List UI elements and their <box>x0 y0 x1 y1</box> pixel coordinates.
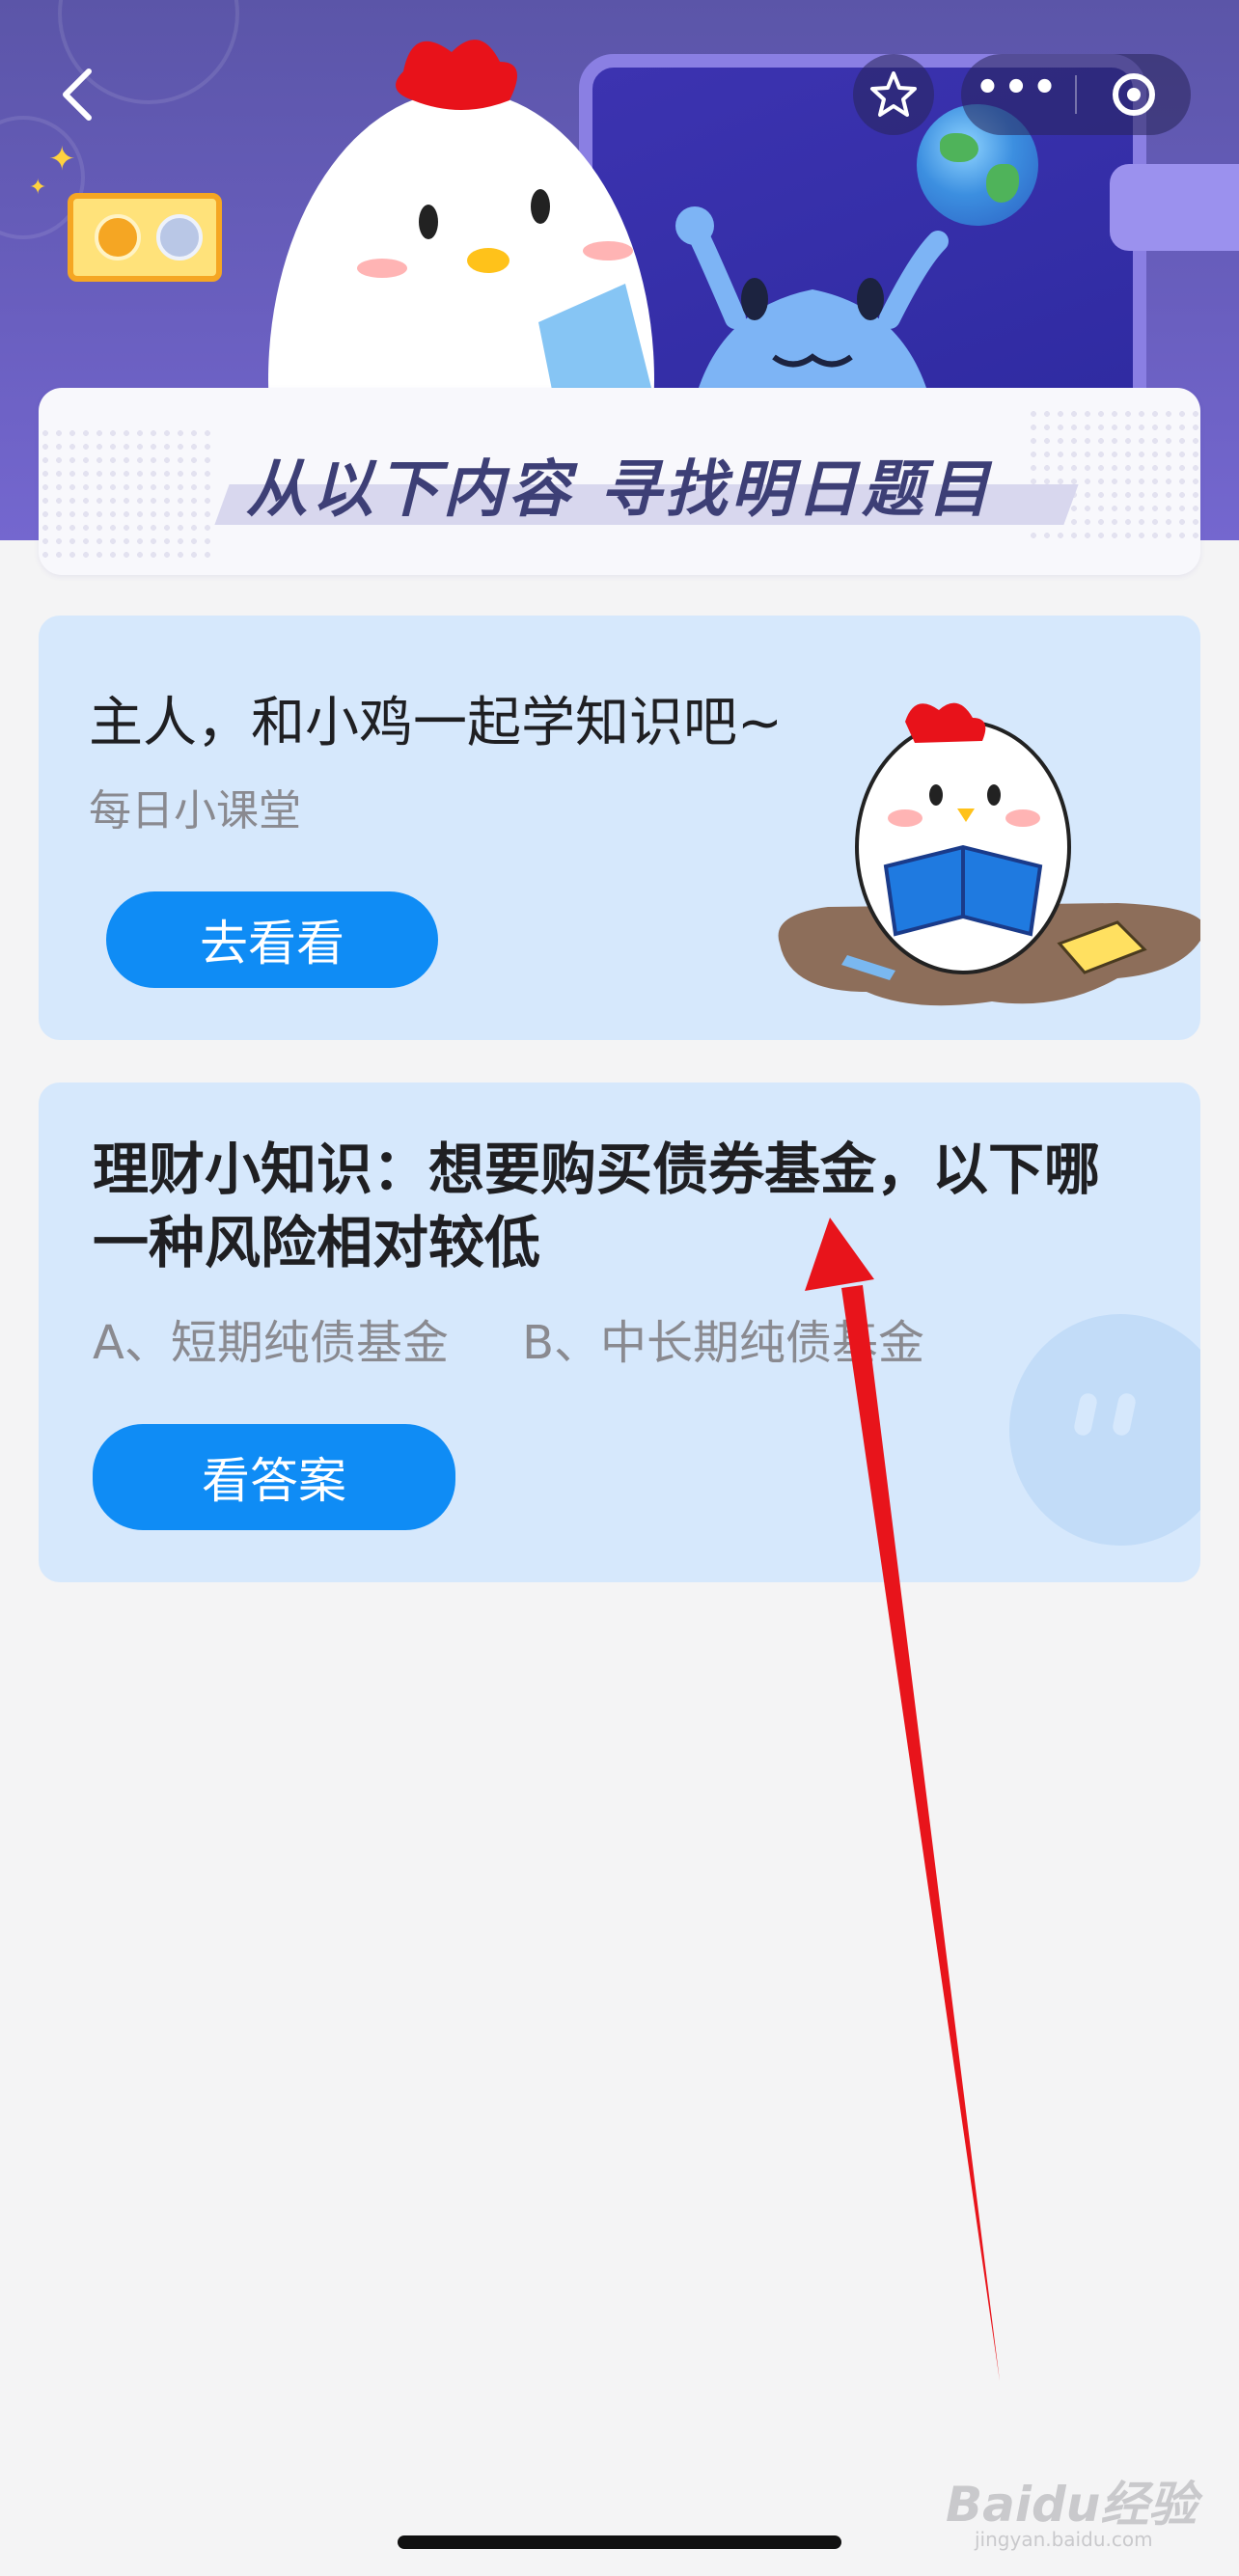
mini-program-capsule: ••• <box>961 54 1191 135</box>
machine-decor <box>1110 164 1239 251</box>
more-dots-icon: ••• <box>975 66 1061 110</box>
close-miniprogram-button[interactable] <box>1077 54 1191 135</box>
page-title: 从以下内容 寻找明日题目 <box>245 454 994 526</box>
sparkle-icon: ✦ <box>29 176 47 200</box>
medals-badge-icon[interactable] <box>68 193 222 282</box>
back-button[interactable] <box>48 60 106 129</box>
watermark-url: jingyan.baidu.com <box>975 2528 1153 2551</box>
quiz-question: 理财小知识：想要购买债券基金，以下哪一种风险相对较低 <box>93 1137 1101 1275</box>
more-button[interactable]: ••• <box>961 54 1075 135</box>
finance-quiz-card: 理财小知识：想要购买债券基金，以下哪一种风险相对较低 A、短期纯债基金 B、中长… <box>39 1082 1200 1582</box>
lesson-heading: 主人，和小鸡一起学知识吧~ <box>89 692 783 754</box>
watermark: Baidu经验 <box>946 2477 1198 2533</box>
chat-bubble-icon <box>1009 1314 1200 1546</box>
star-outline-icon <box>870 71 917 117</box>
go-see-button[interactable]: 去看看 <box>106 891 438 988</box>
favorite-button[interactable] <box>853 54 934 135</box>
sparkle-icon: ✦ <box>48 140 76 178</box>
quiz-options: A、短期纯债基金 B、中长期纯债基金 <box>93 1316 925 1370</box>
lesson-subtitle: 每日小课堂 <box>89 786 301 836</box>
section-title-banner: 从以下内容 寻找明日题目 <box>39 388 1200 575</box>
chevron-left-icon <box>63 69 92 121</box>
chicken-reading-illustration <box>778 702 1200 1006</box>
home-indicator[interactable] <box>398 2535 841 2549</box>
daily-lesson-card: 主人，和小鸡一起学知识吧~ 每日小课堂 去看看 <box>39 616 1200 1040</box>
target-circle-icon <box>1113 73 1155 116</box>
view-answer-button[interactable]: 看答案 <box>93 1424 455 1530</box>
